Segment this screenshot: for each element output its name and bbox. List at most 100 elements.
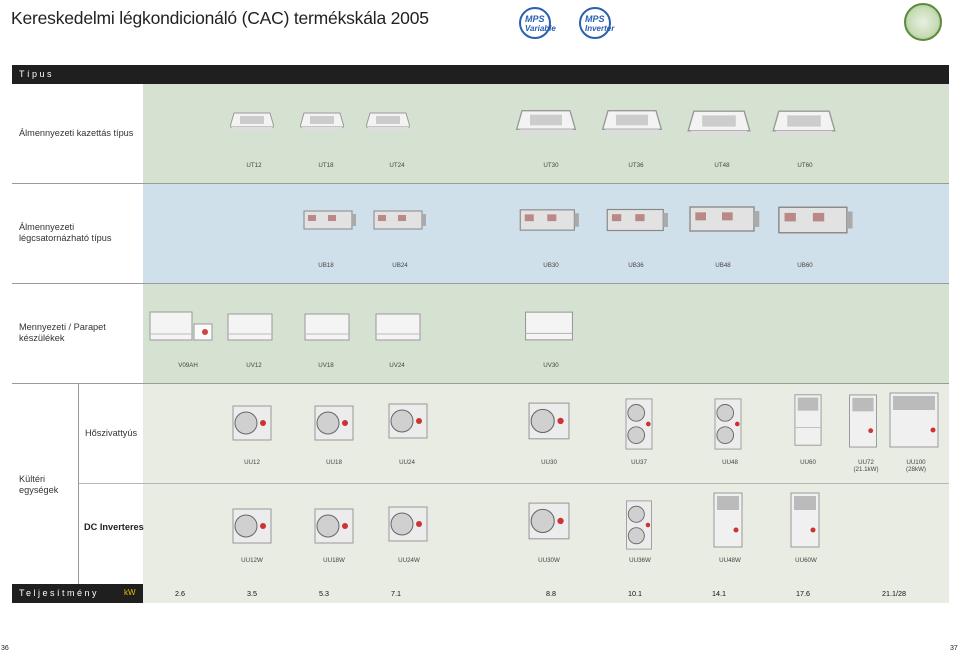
model-label: UU72: [858, 459, 874, 466]
model-label: UU18W: [323, 557, 345, 564]
capacity-value: 3.5: [247, 589, 257, 598]
duct-unit-image: [689, 206, 760, 232]
outdoor-unit-image: [528, 402, 570, 440]
cassette-unit-image: [602, 110, 662, 135]
ceiling-unit-image: [525, 311, 573, 341]
model-label: UV18: [318, 362, 334, 369]
ceiling-unit-image: [304, 313, 350, 341]
capacity-value: 10.1: [628, 589, 642, 598]
model-capacity-label: (21.1kW): [853, 466, 879, 473]
model-label: UT24: [389, 162, 405, 169]
outdoor-unit-image: [713, 492, 743, 548]
model-label: UU48W: [719, 557, 741, 564]
model-label: UU18: [326, 459, 342, 466]
model-label: UB60: [797, 262, 813, 269]
mps-inverter-logo: MPS Inverter: [579, 7, 615, 39]
cassette-unit-image: [687, 110, 751, 137]
logo-line: Inverter: [585, 24, 615, 33]
model-label: UT60: [797, 162, 813, 169]
model-label: UB48: [715, 262, 731, 269]
model-label: UT30: [543, 162, 559, 169]
outdoor-unit-image: [388, 403, 428, 439]
model-label: UT12: [246, 162, 262, 169]
outdoor-unit-image: [232, 508, 272, 544]
cassette-label: Álmennyezeti kazettás típus: [19, 128, 134, 138]
logo-brand: MPS: [585, 14, 605, 24]
certification-seal-icon: [904, 3, 942, 41]
model-label: UU24: [399, 459, 415, 466]
model-label: UV12: [246, 362, 262, 369]
logo-brand: MPS: [525, 14, 545, 24]
row-divider: [12, 183, 949, 184]
row-divider: [12, 283, 949, 284]
capacity-value: 17.6: [796, 589, 810, 598]
outdoor-unit-image: [849, 394, 877, 448]
cassette-unit-image: [300, 112, 344, 131]
duct-unit-image: [519, 209, 579, 231]
capacity-unit: kW: [124, 588, 136, 597]
capacity-value: 14.1: [712, 589, 726, 598]
model-label: V09AH: [178, 362, 198, 369]
capacity-value: 8.8: [546, 589, 556, 598]
type-header-label: Típus: [19, 69, 55, 79]
model-label: UB36: [628, 262, 644, 269]
ceiling-unit-image: [375, 313, 421, 341]
outdoor-unit-image: [314, 405, 354, 441]
duct-unit-image: [778, 206, 853, 234]
outdoor-unit-image: [388, 506, 428, 542]
model-label: UU37: [631, 459, 647, 466]
model-label: UU30W: [538, 557, 560, 564]
outdoor-label-line2: egységek: [19, 485, 59, 495]
type-header: Típus: [12, 65, 949, 84]
model-label: UB30: [543, 262, 559, 269]
model-label: UU12W: [241, 557, 263, 564]
duct-label-line2: légcsatornázható típus: [19, 233, 112, 243]
model-capacity-label: (28kW): [906, 466, 926, 473]
page-number-right: 37: [950, 645, 958, 652]
duct-unit-image: [373, 210, 426, 230]
capacity-label: Teljesítmény: [19, 588, 100, 598]
capacity-value: 5.3: [319, 589, 329, 598]
model-label: UU36W: [629, 557, 651, 564]
model-label: UU30: [541, 459, 557, 466]
model-label: UU24W: [398, 557, 420, 564]
outdoor-unit-image: [625, 398, 653, 450]
catalog-page: { "title": "Kereskedelmi légkondicionáló…: [0, 0, 960, 653]
page-number-left: 36: [1, 645, 9, 652]
model-label: UV30: [543, 362, 559, 369]
model-label: UB18: [318, 262, 334, 269]
heatpump-label: Hőszivattyús: [85, 428, 138, 438]
row-divider: [12, 383, 949, 384]
model-label: UU60: [800, 459, 816, 466]
cassette-unit-image: [366, 112, 410, 131]
model-label: UT48: [714, 162, 730, 169]
cassette-unit-image: [230, 112, 274, 131]
outdoor-divider: [78, 384, 79, 584]
duct-unit-image: [303, 210, 356, 230]
outdoor-unit-image: [714, 398, 742, 450]
inverter-label: DC Inverteres: [84, 522, 144, 532]
outdoor-unit-image: [232, 405, 272, 441]
logo-line: Variable: [525, 24, 556, 33]
outdoor-unit-image: [889, 392, 939, 448]
outdoor-unit-image: [626, 500, 652, 550]
model-label: UU48: [722, 459, 738, 466]
model-label: UU60W: [795, 557, 817, 564]
outdoor-unit-image: [314, 508, 354, 544]
cassette-unit-image: [516, 110, 576, 135]
row-divider: [79, 483, 949, 484]
ceiling-unit-image: [227, 313, 273, 341]
capacity-value: 2.6: [175, 589, 185, 598]
capacity-value: 7.1: [391, 589, 401, 598]
model-label: UT18: [318, 162, 334, 169]
model-label: UT36: [628, 162, 644, 169]
cassette-unit-image: [772, 110, 836, 137]
model-label: UB24: [392, 262, 408, 269]
mps-variable-logo: MPS Variable: [519, 7, 556, 39]
page-title: Kereskedelmi légkondicionáló (CAC) termé…: [11, 8, 429, 28]
outdoor-unit-image: [794, 394, 822, 446]
model-label: UU12: [244, 459, 260, 466]
outdoor-unit-image: [790, 492, 820, 548]
model-label: UU100: [906, 459, 926, 466]
model-label: UV24: [389, 362, 405, 369]
